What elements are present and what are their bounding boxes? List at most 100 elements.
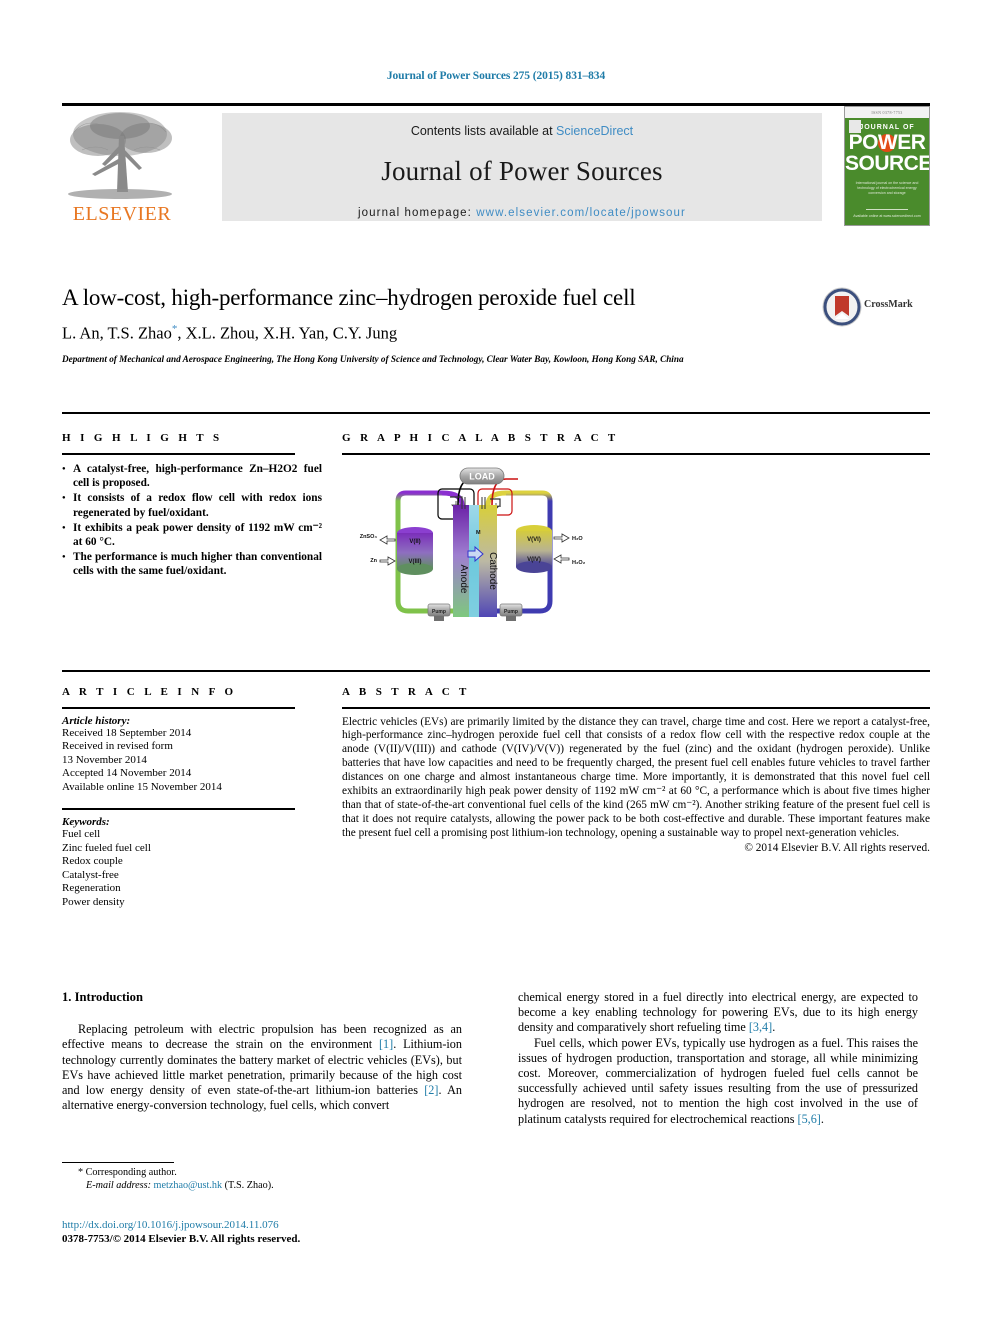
- cover-sources-wordmark: SOURCES: [845, 152, 929, 175]
- keyword-item: Regeneration: [62, 882, 121, 895]
- authors-first: L. An, T.S. Zhao: [62, 323, 172, 343]
- masthead: ELSEVIER Contents lists available at Sci…: [62, 106, 930, 228]
- cover-bottom-note: Available online at www.sciencedirect.co…: [845, 209, 929, 219]
- abstract-top-rule: [62, 670, 930, 672]
- history-line: Accepted 14 November 2014: [62, 767, 192, 780]
- list-item: It exhibits a peak power density of 1192…: [62, 521, 322, 549]
- elsevier-tree-icon: [68, 112, 172, 199]
- svg-text:LOAD: LOAD: [469, 472, 495, 482]
- body-column-left: 1. Introduction Replacing petroleum with…: [62, 990, 462, 1113]
- history-line: 13 November 2014: [62, 753, 147, 766]
- sciencedirect-banner: Contents lists available at ScienceDirec…: [222, 113, 822, 221]
- homepage-url-link[interactable]: www.elsevier.com/locate/jpowsour: [476, 207, 686, 219]
- doi-link[interactable]: http://dx.doi.org/10.1016/j.jpowsour.201…: [62, 1218, 492, 1232]
- article-info-heading: A R T I C L E I N F O: [62, 686, 237, 698]
- keyword-item: Power density: [62, 895, 125, 908]
- issn-copyright-line: 0378-7753/© 2014 Elsevier B.V. All right…: [62, 1233, 301, 1245]
- crossmark-label: CrossMark: [864, 299, 913, 310]
- crossmark-icon: [822, 287, 862, 327]
- highlights-panel: H I G H L I G H T S A catalyst-free, hig…: [62, 432, 322, 580]
- highlights-rule: [62, 453, 295, 455]
- highlight-text: The performance is much higher than conv…: [73, 551, 322, 578]
- keyword-item: Zinc fueled fuel cell: [62, 841, 151, 854]
- svg-text:Zn: Zn: [370, 558, 377, 564]
- keyword-item: Catalyst-free: [62, 868, 119, 881]
- journal-cover-thumbnail: ISSN 0378-7753 JOURNAL OF POWER SOURCES …: [844, 106, 930, 226]
- corresponding-label: Corresponding author.: [85, 1167, 177, 1178]
- history-line: Received in revised form: [62, 740, 173, 753]
- svg-text:ZnSO₄: ZnSO₄: [360, 534, 378, 540]
- svg-text:V(III): V(III): [409, 559, 422, 565]
- corresponding-author-line: * Corresponding author.: [62, 1166, 482, 1179]
- section-heading-introduction: 1. Introduction: [62, 990, 143, 1004]
- graphical-abstract-figure: LOAD Anode Cathode M V(II) V(III) ZnSO₄ …: [342, 455, 930, 635]
- footnote-block: * Corresponding author. E-mail address: …: [62, 1166, 482, 1192]
- article-info-panel: A R T I C L E I N F O Article history: R…: [62, 686, 322, 910]
- svg-text:V(IV): V(IV): [527, 557, 541, 563]
- cover-bottom-text: Available online at www.sciencedirect.co…: [853, 214, 921, 218]
- keywords-list: Fuel cell Zinc fueled fuel cell Redox co…: [62, 828, 322, 910]
- highlight-text: It exhibits a peak power density of 1192…: [73, 521, 322, 549]
- homepage-prefix: journal homepage:: [358, 207, 477, 219]
- svg-text:H₂O: H₂O: [572, 536, 583, 542]
- article-info-rule: [62, 707, 295, 709]
- keyword-item: Redox couple: [62, 855, 123, 868]
- footnote-rule: [62, 1162, 174, 1163]
- doi-block: http://dx.doi.org/10.1016/j.jpowsour.201…: [62, 1218, 492, 1246]
- svg-text:H₂O₂: H₂O₂: [572, 560, 586, 566]
- svg-text:Pump: Pump: [432, 609, 446, 615]
- svg-text:M: M: [476, 530, 481, 536]
- citation-ref[interactable]: [3,4]: [749, 1020, 772, 1034]
- highlights-heading: H I G H L I G H T S: [62, 432, 223, 444]
- svg-text:V(II): V(II): [409, 539, 420, 545]
- paragraph: Fuel cells, which power EVs, typically u…: [518, 1036, 918, 1127]
- paragraph: chemical energy stored in a fuel directl…: [518, 990, 918, 1036]
- email-line: E-mail address: metzhao@ust.hk (T.S. Zha…: [62, 1179, 482, 1192]
- keywords-label: Keywords:: [62, 815, 110, 828]
- journal-title: Journal of Power Sources: [381, 156, 663, 186]
- email-label: E-mail address:: [86, 1180, 151, 1191]
- abstract-heading: A B S T R A C T: [342, 686, 470, 698]
- svg-text:Cathode: Cathode: [487, 552, 498, 590]
- email-link[interactable]: metzhao@ust.hk: [154, 1180, 223, 1191]
- elsevier-logo: ELSEVIER: [62, 106, 182, 228]
- svg-text:Pump: Pump: [504, 609, 518, 615]
- history-line: Available online 15 November 2014: [62, 780, 222, 793]
- citation-ref[interactable]: [1]: [379, 1037, 393, 1051]
- list-item: It consists of a redox flow cell with re…: [62, 491, 322, 519]
- journal-article-page: Journal of Power Sources 275 (2015) 831–…: [0, 0, 992, 1323]
- authors-rest: , X.L. Zhou, X.H. Yan, C.Y. Jung: [177, 323, 398, 343]
- elsevier-wordmark: ELSEVIER: [72, 203, 172, 225]
- crossmark-badge[interactable]: CrossMark: [822, 287, 930, 327]
- svg-text:V(VI): V(VI): [527, 537, 541, 543]
- abstract-panel: A B S T R A C T Electric vehicles (EVs) …: [342, 686, 930, 854]
- history-line: Received 18 September 2014: [62, 726, 192, 739]
- cover-issn-strip: ISSN 0378-7753: [845, 107, 929, 118]
- contents-line: Contents lists available at ScienceDirec…: [222, 124, 822, 138]
- keyword-item: Fuel cell: [62, 827, 101, 840]
- highlight-text: It consists of a redox flow cell with re…: [73, 492, 322, 519]
- highlights-list: A catalyst-free, high-performance Zn–H2O…: [62, 462, 322, 579]
- graphical-abstract-panel: G R A P H I C A L A B S T R A C T LOAD A…: [342, 432, 930, 635]
- article-history-list: Received 18 September 2014 Received in r…: [62, 727, 322, 795]
- citation-ref[interactable]: [5,6]: [798, 1112, 821, 1126]
- abstract-text: Electric vehicles (EVs) are primarily li…: [342, 715, 930, 839]
- title-block: A low-cost, high-performance zinc–hydrog…: [62, 285, 930, 365]
- abstract-rule: [342, 707, 930, 709]
- citation-ref[interactable]: [2]: [424, 1083, 438, 1097]
- fuel-cell-schematic-diagram: LOAD Anode Cathode M V(II) V(III) ZnSO₄ …: [360, 467, 586, 621]
- sciencedirect-link[interactable]: ScienceDirect: [556, 124, 633, 138]
- paragraph-text: .: [772, 1020, 776, 1035]
- abstract-copyright: © 2014 Elsevier B.V. All rights reserved…: [744, 841, 930, 854]
- keywords-rule: [62, 808, 295, 810]
- cover-power-wordmark: POWER: [845, 132, 929, 153]
- svg-text:Anode: Anode: [458, 565, 469, 594]
- contents-prefix: Contents lists available at: [410, 124, 557, 138]
- list-item: A catalyst-free, high-performance Zn–H2O…: [62, 462, 322, 490]
- affiliation: Department of Mechanical and Aerospace E…: [62, 353, 684, 364]
- panel-top-rule: [62, 412, 930, 414]
- body-column-right: chemical energy stored in a fuel directl…: [518, 990, 918, 1127]
- email-owner: (T.S. Zhao).: [224, 1180, 274, 1191]
- page-title: A low-cost, high-performance zinc–hydrog…: [62, 285, 636, 310]
- graphical-abstract-heading: G R A P H I C A L A B S T R A C T: [342, 432, 619, 444]
